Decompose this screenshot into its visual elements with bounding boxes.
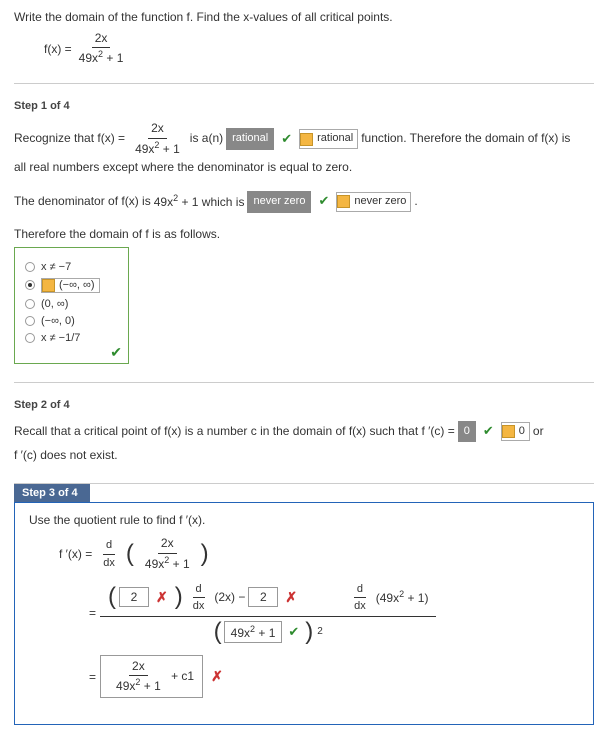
therefore-domain: Therefore the domain of f is as follows. xyxy=(14,227,594,241)
paren-open: ( xyxy=(126,543,134,565)
right-expr: (49x2 + 1) xyxy=(376,589,429,605)
step2-line2: f ′(c) does not exist. xyxy=(14,446,594,465)
paren-close: ) xyxy=(201,543,209,565)
step-2: Step 2 of 4 Recall that a critical point… xyxy=(14,399,594,466)
recognize-text: Recognize that f(x) = xyxy=(14,129,125,148)
problem-header: Write the domain of the function f. Find… xyxy=(14,10,594,65)
check-icon: ✔ xyxy=(281,129,292,150)
option-hint-tag: (−∞, ∞) xyxy=(41,278,100,293)
step3-row3: = 2x 49x2 + 1 + c1 ✗ xyxy=(89,655,579,698)
period: . xyxy=(414,192,417,211)
hint-icon xyxy=(337,195,350,208)
hint-icon xyxy=(502,425,515,438)
option-4[interactable]: (−∞, 0) xyxy=(25,315,118,327)
fx-label: f(x) = xyxy=(44,42,72,56)
main-fraction: 2x 49x2 + 1 xyxy=(76,32,127,65)
radio-icon xyxy=(25,262,35,272)
hint-icon xyxy=(42,279,55,292)
input-box-denom[interactable]: 49x2 + 1 xyxy=(224,621,283,643)
zero-answer-box: 0 xyxy=(458,421,476,443)
step3-content: Use the quotient rule to find f ′(x). f … xyxy=(14,502,594,725)
radio-icon xyxy=(25,280,35,290)
step3-label: Step 3 of 4 xyxy=(14,484,90,502)
check-icon: ✔ xyxy=(288,624,299,640)
option-5[interactable]: x ≠ −1/7 xyxy=(25,332,118,344)
option-3[interactable]: (0, ∞) xyxy=(25,298,118,310)
domain-options: x ≠ −7 (−∞, ∞) (0, ∞) (−∞, 0) x ≠ −1/7 ✔ xyxy=(14,247,129,364)
step2-label: Step 2 of 4 xyxy=(14,399,594,411)
input-box-2[interactable]: 2 xyxy=(248,587,278,607)
radio-icon xyxy=(25,316,35,326)
fraction-den: 49x2 + 1 xyxy=(76,48,127,65)
check-icon: ✔ xyxy=(318,191,329,212)
quotient-fraction: ( 2 ✗ ) ddx (2x) − 2 ✗ ddx (49x2 + 1) ( … xyxy=(100,579,436,647)
step1-line2: all real numbers except where the denomi… xyxy=(14,158,594,177)
problem-equation: f(x) = 2x 49x2 + 1 xyxy=(44,32,594,65)
step3-row2: = ( 2 ✗ ) ddx (2x) − 2 ✗ ddx (49x2 + 1) xyxy=(89,579,579,647)
option-1[interactable]: x ≠ −7 xyxy=(25,261,118,273)
rational-answer-box: rational xyxy=(226,128,274,150)
or-text: or xyxy=(533,422,544,441)
step1-label: Step 1 of 4 xyxy=(14,100,594,112)
denom-expr: 49x2 + 1 which is xyxy=(154,191,245,212)
ddx-operator: ddx xyxy=(190,583,208,612)
step-3: Step 3 of 4 Use the quotient rule to fin… xyxy=(14,484,594,725)
neverzero-answer-box: never zero xyxy=(247,191,311,213)
hint-icon xyxy=(300,133,313,146)
func-therefore: function. Therefore the domain of f(x) i… xyxy=(361,129,570,148)
rational-hint-tag[interactable]: rational xyxy=(299,129,358,149)
equals: = xyxy=(89,606,96,620)
problem-instruction: Write the domain of the function f. Find… xyxy=(14,10,594,24)
radio-icon xyxy=(25,333,35,343)
check-icon: ✔ xyxy=(110,344,122,361)
option-2[interactable]: (−∞, ∞) xyxy=(25,278,118,293)
cross-icon: ✗ xyxy=(156,589,168,606)
outer-exp: 2 xyxy=(317,626,323,637)
recall-text: Recall that a critical point of f(x) is … xyxy=(14,422,455,441)
isa-text: is a(n) xyxy=(190,129,223,148)
step1-line1: Recognize that f(x) = 2x 49x2 + 1 is a(n… xyxy=(14,122,594,155)
zero-hint-tag[interactable]: 0 xyxy=(501,422,530,442)
cross-icon: ✗ xyxy=(211,668,223,685)
mid-text: (2x) − xyxy=(214,590,245,604)
step1-denom-line: The denominator of f(x) is 49x2 + 1 whic… xyxy=(14,191,594,213)
step-1: Step 1 of 4 Recognize that f(x) = 2x 49x… xyxy=(14,100,594,363)
cross-icon: ✗ xyxy=(285,589,297,606)
step2-line1: Recall that a critical point of f(x) is … xyxy=(14,421,594,443)
input-box-1[interactable]: 2 xyxy=(119,587,149,607)
divider xyxy=(14,83,594,84)
ddx-operator: d dx xyxy=(100,539,118,568)
ddx-operator: ddx xyxy=(351,583,369,612)
denom-pre: The denominator of f(x) is xyxy=(14,192,151,211)
inner-fraction: 2x 49x2 + 1 xyxy=(142,537,193,570)
divider xyxy=(14,382,594,383)
step3-row1: f ′(x) = d dx ( 2x 49x2 + 1 ) xyxy=(59,537,579,570)
step1-fraction: 2x 49x2 + 1 xyxy=(132,122,183,155)
fprime-label: f ′(x) = xyxy=(59,547,92,561)
neverzero-hint-tag[interactable]: never zero xyxy=(336,192,411,212)
check-icon: ✔ xyxy=(483,421,494,442)
input-box-final[interactable]: 2x 49x2 + 1 + c1 xyxy=(100,655,203,698)
step3-instruction: Use the quotient rule to find f ′(x). xyxy=(29,513,579,527)
fraction-num: 2x xyxy=(92,32,111,48)
equals: = xyxy=(89,670,96,684)
radio-icon xyxy=(25,299,35,309)
